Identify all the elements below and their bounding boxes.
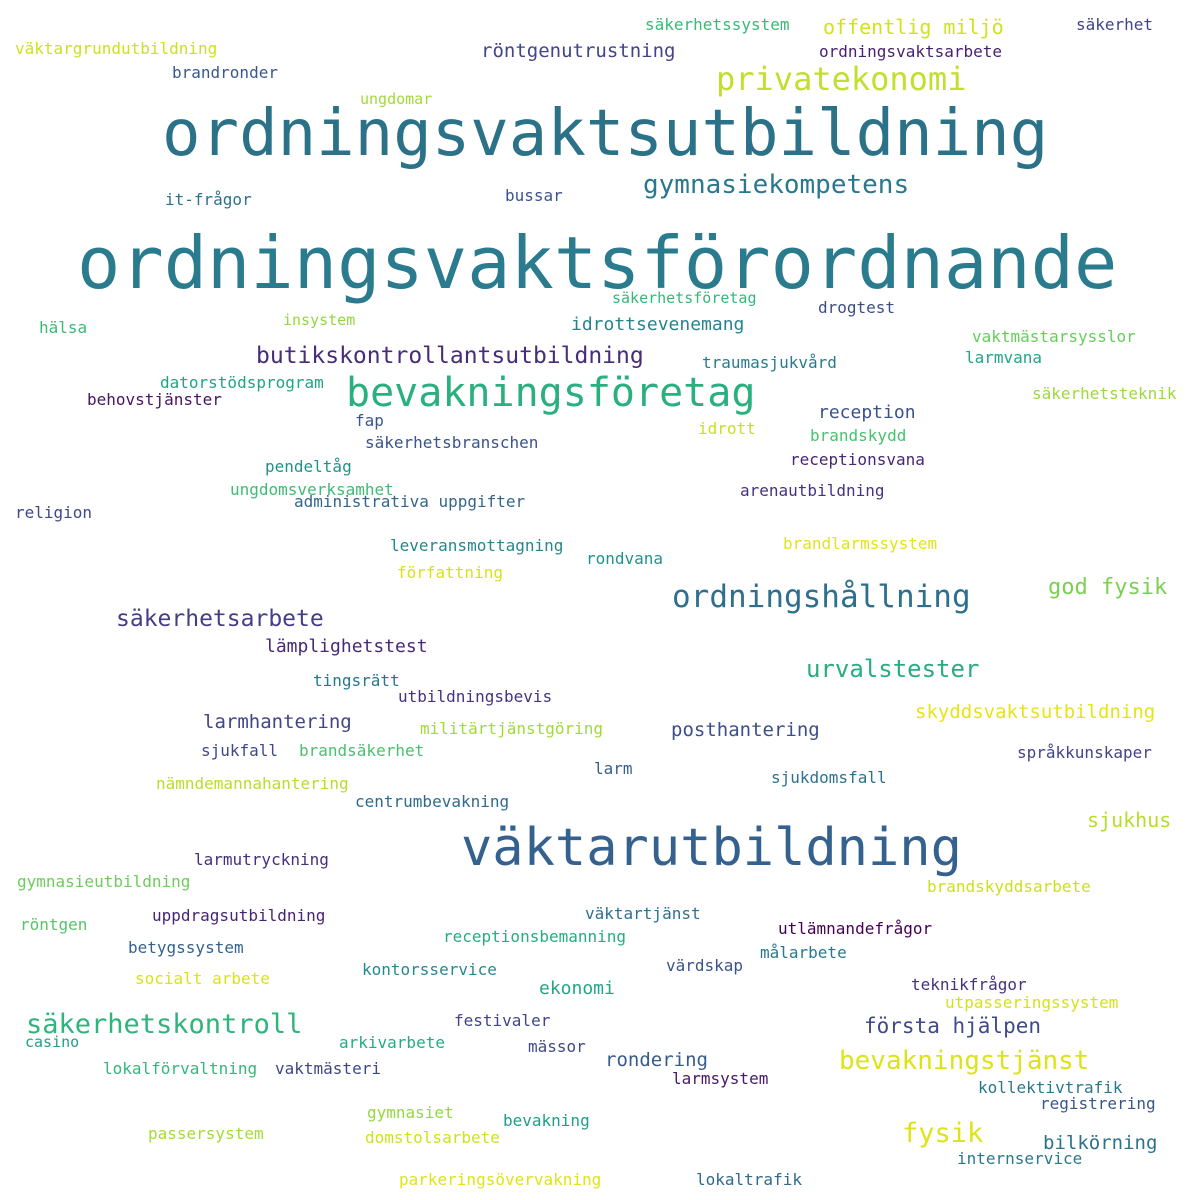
word: registrering: [1040, 1094, 1156, 1113]
word: offentlig miljö: [823, 15, 1004, 39]
word: socialt arbete: [135, 969, 270, 988]
word: värdskap: [666, 956, 744, 975]
word: brandronder: [172, 63, 278, 82]
word: internservice: [957, 1149, 1083, 1168]
word: säkerhetssystem: [645, 15, 790, 34]
word: utlämnandefrågor: [778, 919, 933, 938]
word: behovstjänster: [87, 390, 222, 409]
word: röntgen: [20, 915, 88, 934]
word: larmsystem: [672, 1069, 769, 1088]
word: tingsrätt: [313, 671, 400, 690]
word: it-frågor: [165, 190, 252, 209]
word: reception: [818, 402, 916, 423]
word: rondering: [605, 1049, 708, 1071]
word: bevakning: [503, 1111, 590, 1130]
word: brandskydd: [810, 426, 907, 445]
word: leveransmottagning: [390, 536, 564, 555]
word: urvalstester: [806, 655, 980, 683]
word: drogtest: [818, 298, 896, 317]
word: datorstödsprogram: [160, 373, 324, 392]
word: larmutryckning: [194, 850, 329, 869]
word: receptionsvana: [790, 450, 925, 469]
word: ordningsvaktsarbete: [819, 42, 1003, 61]
word: administrativa uppgifter: [294, 492, 526, 511]
word: traumasjukvård: [702, 353, 837, 372]
word: fap: [355, 411, 384, 430]
word: säkerhetsarbete: [116, 606, 324, 632]
word: posthantering: [671, 719, 820, 741]
word: sjukdomsfall: [771, 768, 887, 787]
word: lokalförvaltning: [103, 1059, 258, 1078]
word: god fysik: [1048, 575, 1168, 600]
word: brandskyddsarbete: [927, 877, 1091, 896]
word: parkeringsövervakning: [399, 1170, 602, 1189]
word: larmhantering: [203, 711, 352, 733]
word: fysik: [902, 1118, 984, 1149]
word: nämndemannahantering: [156, 774, 349, 793]
word: centrumbevakning: [355, 792, 510, 811]
word: säkerhet: [1076, 15, 1154, 34]
word: arenautbildning: [740, 481, 885, 500]
word: ordningsvaktsutbildning: [162, 97, 1049, 171]
word: kontorsservice: [362, 960, 497, 979]
word: teknikfrågor: [911, 975, 1027, 994]
word: ungdomar: [360, 90, 433, 108]
word: ordningshållning: [672, 579, 971, 615]
word: bevakningstjänst: [839, 1046, 1090, 1076]
word: röntgenutrustning: [481, 40, 676, 62]
word-cloud: ordningsvaktsförordnande ordningsvaktsut…: [0, 0, 1200, 1200]
word: hälsa: [39, 318, 88, 337]
word: militärtjänstgöring: [420, 719, 604, 738]
word: skyddsvaktsutbildning: [915, 701, 1156, 723]
word: första hjälpen: [864, 1014, 1042, 1038]
word: passersystem: [148, 1124, 264, 1143]
word: säkerhetsföretag: [612, 289, 757, 307]
word: gymnasieutbildning: [17, 872, 191, 891]
word: larm: [594, 759, 633, 778]
word: bussar: [505, 186, 563, 205]
word: väktargrundutbildning: [15, 39, 218, 58]
word: privatekonomi: [716, 60, 967, 98]
word: bevakningsföretag: [346, 370, 756, 416]
word: rondvana: [586, 549, 664, 568]
word: religion: [15, 503, 93, 522]
word: arkivarbete: [339, 1033, 445, 1052]
word: brandlarmssystem: [783, 534, 938, 553]
word: gymnasiet: [367, 1103, 454, 1122]
word: receptionsbemanning: [443, 927, 627, 946]
word: insystem: [283, 311, 356, 329]
word: uppdragsutbildning: [152, 906, 326, 925]
word: författning: [397, 563, 503, 582]
word: ekonomi: [539, 978, 615, 999]
word: sjukhus: [1087, 808, 1172, 832]
word: väktarutbildning: [461, 818, 962, 878]
word: gymnasiekompetens: [643, 170, 910, 200]
word: butikskontrollantsutbildning: [256, 343, 644, 369]
word: casino: [25, 1033, 80, 1051]
word: vaktmästeri: [275, 1059, 381, 1078]
word: säkerhetsbranschen: [365, 433, 539, 452]
word: brandsäkerhet: [299, 741, 425, 760]
word: väktartjänst: [585, 904, 701, 923]
word: festivaler: [454, 1011, 551, 1030]
word: vaktmästarsysslor: [972, 327, 1136, 346]
word: språkkunskaper: [1017, 743, 1152, 762]
word: betygssystem: [128, 938, 244, 957]
word: utbildningsbevis: [398, 687, 553, 706]
word: idrottsevenemang: [571, 314, 745, 335]
word: domstolsarbete: [365, 1128, 500, 1147]
word: ordningsvaktsförordnande: [77, 221, 1118, 305]
word: larmvana: [965, 348, 1043, 367]
word: idrott: [698, 419, 756, 438]
word: lokaltrafik: [696, 1170, 802, 1189]
word: utpasseringssystem: [945, 993, 1119, 1012]
word: mässor: [528, 1037, 586, 1056]
word: sjukfall: [201, 741, 279, 760]
word: pendeltåg: [265, 457, 352, 476]
word: säkerhetsteknik: [1032, 384, 1177, 403]
word: lämplighetstest: [265, 636, 428, 657]
word: målarbete: [760, 943, 847, 962]
